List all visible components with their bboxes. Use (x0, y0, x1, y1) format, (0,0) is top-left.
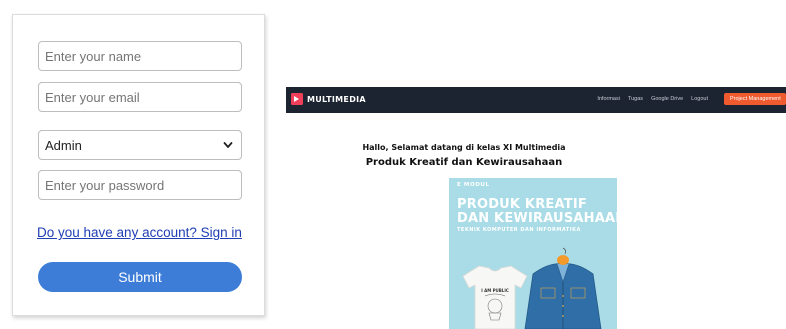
cover-illustration: I AM PUBLIC (462, 247, 602, 329)
nav-link-google-drive[interactable]: Google Drive (651, 96, 683, 102)
name-input[interactable] (38, 41, 242, 71)
registration-form-card: Admin Do you have any account? Sign in S… (12, 14, 265, 316)
cover-subtitle: TEKNIK KOMPUTER DAN INFORMATIKA (457, 227, 581, 233)
cover-title: PRODUK KREATIF DAN KEWIRAUSAHAAN (457, 198, 617, 226)
tshirt-illustration: I AM PUBLIC (462, 265, 528, 329)
nav-link-logout[interactable]: Logout (691, 96, 708, 102)
site-nav-links: Informasi Tugas Google Drive Logout (597, 96, 708, 102)
role-select[interactable]: Admin (38, 130, 242, 160)
emodule-cover-image[interactable]: E MODUL PRODUK KREATIF DAN KEWIRAUSAHAAN… (449, 178, 617, 329)
nav-link-informasi[interactable]: Informasi (597, 96, 620, 102)
email-input[interactable] (38, 82, 242, 112)
site-brand[interactable]: MULTIMEDIA (291, 93, 366, 105)
greeting-text: Hallo, Selamat datang di kelas XI Multim… (362, 143, 566, 152)
site-navbar: MULTIMEDIA Informasi Tugas Google Drive … (286, 87, 786, 113)
nav-cta-button[interactable]: Project Management (724, 93, 786, 105)
nav-link-tugas[interactable]: Tugas (628, 96, 643, 102)
screen: Admin Do you have any account? Sign in S… (0, 0, 786, 329)
submit-button[interactable]: Submit (38, 262, 242, 292)
subject-title: Produk Kreatif dan Kewirausahaan (365, 157, 563, 168)
cover-title-line1: PRODUK KREATIF (457, 197, 587, 212)
brand-logo-icon (291, 93, 303, 105)
jacket-illustration (524, 263, 602, 329)
shirt-text: I AM PUBLIC (481, 288, 509, 293)
role-select-value: Admin (45, 137, 82, 153)
tag-illustration (557, 247, 569, 265)
signin-link[interactable]: Do you have any account? Sign in (37, 225, 242, 240)
cover-label: E MODUL (457, 182, 490, 188)
cover-title-line2: DAN KEWIRAUSAHAAN (457, 211, 617, 226)
password-input[interactable] (38, 170, 242, 200)
website-preview: MULTIMEDIA Informasi Tugas Google Drive … (286, 87, 786, 329)
brand-name: MULTIMEDIA (307, 94, 366, 104)
chevron-down-icon (223, 142, 233, 148)
